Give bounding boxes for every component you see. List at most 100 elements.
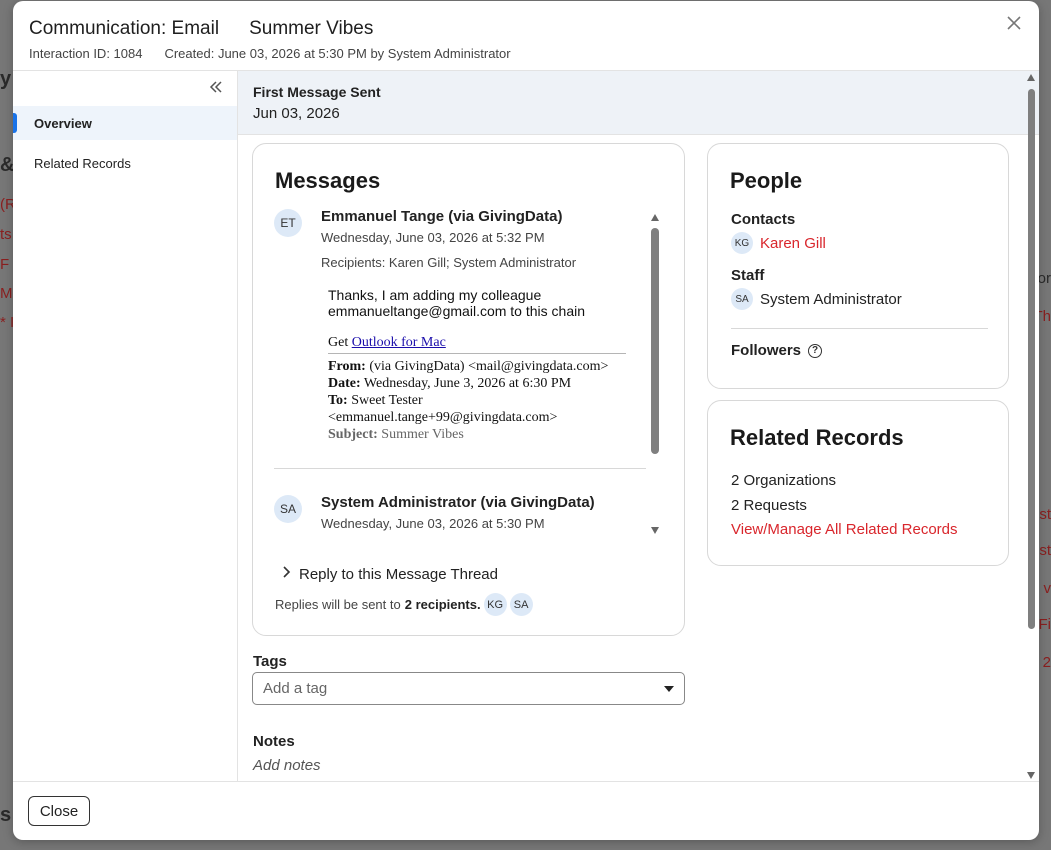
bg-fragment: 2 [1042, 654, 1051, 671]
divider [731, 328, 988, 329]
avatar: SA [731, 288, 753, 310]
message-body: Thanks, I am adding my colleague emmanue… [321, 287, 626, 443]
email-subject: Summer Vibes [249, 18, 374, 39]
quoted-date-label: Date: [328, 376, 361, 391]
bg-fragment: s [0, 804, 12, 826]
contact-name-link[interactable]: Karen Gill [760, 235, 826, 252]
message-text: Thanks, I am adding my colleague emmanue… [328, 287, 586, 319]
modal-header: Communication: Email Summer Vibes Intera… [13, 1, 1039, 70]
quoted-to-label: To: [328, 393, 348, 408]
reply-toggle-label: Reply to this Message Thread [299, 565, 498, 583]
messages-card: Messages ET Emmanuel Tange (via GivingDa… [252, 143, 685, 636]
tags-placeholder: Add a tag [263, 680, 328, 697]
modal-title: Communication: Email [29, 18, 220, 39]
signature-line: Get Outlook for Mac [328, 335, 626, 351]
staff-label: Staff [731, 267, 765, 284]
double-chevron-left-icon[interactable] [209, 79, 223, 97]
quoted-from: From: (via GivingData) <mail@givingdata.… [328, 358, 626, 375]
close-icon[interactable] [1003, 13, 1025, 35]
first-message-label: First Message Sent [253, 84, 381, 100]
message-sender: System Administrator (via GivingData) [321, 494, 595, 511]
contact-person: KG Karen Gill [731, 232, 826, 254]
scroll-up-icon[interactable] [1027, 74, 1035, 81]
reply-thread-toggle[interactable]: Reply to this Message Thread [283, 565, 498, 583]
bg-fragment: or [1037, 270, 1051, 287]
scroll-up-icon[interactable] [651, 214, 659, 221]
sidebar-item-overview[interactable]: Overview [13, 106, 237, 140]
related-records-card: Related Records 2 Organizations 2 Reques… [707, 400, 1009, 566]
chevron-right-icon [283, 565, 291, 583]
message-item: ET Emmanuel Tange (via GivingData) Wedne… [274, 208, 664, 469]
quoted-subject: Subject: Summer Vibes [328, 426, 626, 443]
avatar: SA [274, 495, 302, 523]
followers-row: Followers ? [731, 342, 823, 359]
interaction-id: Interaction ID: 1084 [29, 46, 143, 61]
staff-name: System Administrator [760, 290, 902, 308]
quoted-date: Date: Wednesday, June 3, 2026 at 6:30 PM [328, 375, 626, 392]
avatar: KG [731, 232, 753, 254]
messages-heading: Messages [275, 168, 381, 193]
main-scrollbar[interactable] [1025, 71, 1037, 781]
scroll-down-icon[interactable] [651, 527, 659, 534]
modal-body: Overview Related Records First Message S… [13, 70, 1039, 781]
bg-fragment: Fi [1038, 616, 1051, 633]
tags-label: Tags [253, 653, 287, 670]
followers-label: Followers [731, 342, 802, 359]
quoted-subject-value: Summer Vibes [377, 427, 464, 442]
message-list[interactable]: ET Emmanuel Tange (via GivingData) Wedne… [274, 208, 664, 538]
message-date: Wednesday, June 03, 2026 at 5:30 PM [321, 516, 545, 531]
quoted-from-value: (via GivingData) <mail@givingdata.com> [365, 359, 609, 374]
communication-modal: Communication: Email Summer Vibes Intera… [13, 1, 1039, 840]
staff-person: SA System Administrator [731, 288, 902, 310]
message-recipients: Recipients: Karen Gill; System Administr… [321, 255, 577, 270]
sidebar-item-related-records[interactable]: Related Records [13, 146, 237, 180]
first-message-date: Jun 03, 2026 [253, 105, 340, 122]
related-records-heading: Related Records [730, 425, 904, 450]
messages-scrollbar[interactable] [649, 214, 661, 534]
message-sender: Emmanuel Tange (via GivingData) [321, 208, 563, 225]
signature-prefix: Get [328, 335, 352, 350]
quoted-from-label: From: [328, 359, 366, 374]
quoted-header: From: (via GivingData) <mail@givingdata.… [328, 353, 626, 443]
view-manage-related-link[interactable]: View/Manage All Related Records [731, 521, 958, 538]
main-content: First Message Sent Jun 03, 2026 Messages… [238, 71, 1039, 781]
sidebar-item-label: Overview [34, 115, 92, 131]
outlook-link[interactable]: Outlook for Mac [352, 335, 446, 350]
scroll-thumb[interactable] [1028, 89, 1035, 629]
help-circle-icon[interactable]: ? [808, 343, 823, 358]
bg-fragment: F [0, 256, 10, 273]
related-requests: 2 Requests [731, 497, 807, 514]
avatar: ET [274, 209, 302, 237]
message-item: SA System Administrator (via GivingData)… [274, 494, 664, 531]
people-card: People Contacts KG Karen Gill Staff SA S… [707, 143, 1009, 389]
tags-select[interactable]: Add a tag [252, 672, 685, 705]
scroll-down-icon[interactable] [1027, 772, 1035, 779]
avatar: SA [509, 593, 533, 616]
message-date: Wednesday, June 03, 2026 at 5:32 PM [321, 230, 545, 245]
notes-label: Notes [253, 733, 295, 750]
contacts-label: Contacts [731, 211, 796, 228]
modal-footer: Close [13, 781, 1039, 840]
meta-row: Interaction ID: 1084 Created: June 03, 2… [29, 46, 1023, 61]
people-heading: People [730, 168, 803, 193]
quoted-to: To: Sweet Tester <emmanuel.tange+99@givi… [328, 392, 626, 426]
scroll-thumb[interactable] [651, 228, 659, 454]
notes-field[interactable]: Add notes [253, 757, 321, 774]
caret-down-icon [664, 685, 674, 692]
sidebar: Overview Related Records [13, 71, 238, 781]
close-button[interactable]: Close [28, 796, 90, 826]
created-info: Created: June 03, 2026 at 5:30 PM by Sys… [164, 46, 511, 61]
bg-fragment: ts [0, 226, 12, 243]
message-divider [274, 468, 646, 469]
sidebar-item-label: Related Records [34, 155, 131, 171]
avatar: KG [483, 593, 507, 616]
sidebar-nav: Overview Related Records [13, 106, 237, 180]
quoted-to-value: Sweet Tester <emmanuel.tange+99@givingda… [328, 393, 558, 425]
reply-note-count: 2 recipients. [404, 597, 481, 612]
bg-fragment: y [0, 68, 12, 90]
title-row: Communication: Email Summer Vibes [29, 18, 1023, 40]
quoted-subject-label: Subject: [328, 427, 378, 442]
bg-fragment: v [1043, 580, 1051, 597]
reply-note-text: Replies will be sent to [275, 597, 401, 612]
quoted-date-value: Wednesday, June 3, 2026 at 6:30 PM [360, 376, 572, 391]
